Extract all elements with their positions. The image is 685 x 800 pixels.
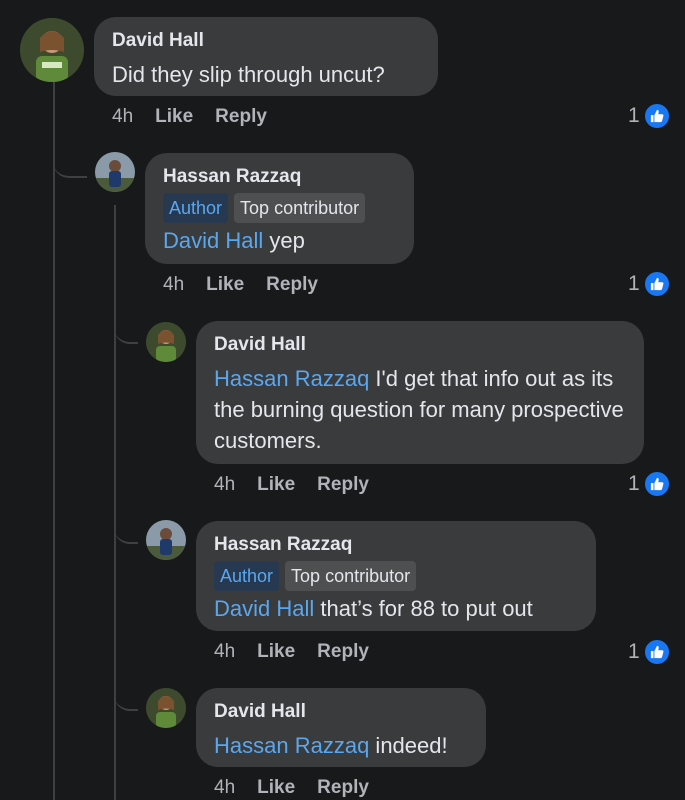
timestamp[interactable]: 4h	[214, 777, 235, 799]
badge-row: Author Top contributor	[163, 193, 396, 223]
thread-connector	[114, 518, 138, 544]
thumbs-up-icon	[642, 638, 671, 666]
comment-text: Hassan Razzaq indeed!	[214, 730, 468, 761]
mention-link[interactable]: Hassan Razzaq	[214, 733, 369, 758]
comment-author[interactable]: Hassan Razzaq	[214, 533, 578, 557]
like-button[interactable]: Like	[257, 777, 295, 799]
like-button[interactable]: Like	[257, 474, 295, 496]
thread-connector	[114, 685, 138, 711]
mention-link[interactable]: David Hall	[163, 228, 263, 253]
timestamp[interactable]: 4h	[163, 274, 184, 296]
avatar[interactable]	[20, 18, 84, 82]
author-badge: Author	[163, 193, 229, 223]
comment-bubble[interactable]: Hassan Razzaq Author Top contributor Dav…	[196, 521, 596, 631]
reaction-count[interactable]: 1	[628, 638, 671, 666]
reaction-number: 1	[628, 104, 640, 127]
reaction-number: 1	[628, 472, 640, 495]
comment-author[interactable]: David Hall	[214, 700, 468, 724]
thread-line-main	[53, 82, 55, 800]
like-button[interactable]: Like	[155, 106, 193, 128]
comment-author[interactable]: David Hall	[112, 29, 420, 53]
comment-actions: 4h Like Reply	[112, 106, 289, 128]
comment-body: indeed!	[369, 733, 448, 758]
timestamp[interactable]: 4h	[214, 474, 235, 496]
mention-link[interactable]: Hassan Razzaq	[214, 366, 369, 391]
comment-text: David Hall that’s for 88 to put out	[214, 593, 578, 624]
comment-bubble[interactable]: David Hall Hassan Razzaq I'd get that in…	[196, 321, 644, 464]
reaction-count[interactable]: 1	[628, 470, 671, 498]
thread-line-nested	[114, 205, 116, 800]
comment-actions: 4h Like Reply	[214, 777, 391, 799]
reply-button[interactable]: Reply	[317, 474, 369, 496]
timestamp[interactable]: 4h	[214, 641, 235, 663]
thumbs-up-icon	[642, 470, 671, 498]
comment-bubble[interactable]: David Hall Did they slip through uncut?	[94, 17, 438, 96]
thread-connector	[53, 150, 87, 178]
like-button[interactable]: Like	[206, 274, 244, 296]
comment-actions: 4h Like Reply	[214, 641, 391, 663]
comment-text: Hassan Razzaq I'd get that info out as i…	[214, 363, 626, 456]
like-button[interactable]: Like	[257, 641, 295, 663]
timestamp[interactable]: 4h	[112, 106, 133, 128]
comment-actions: 4h Like Reply	[214, 474, 391, 496]
comment-body: yep	[263, 228, 305, 253]
avatar[interactable]	[146, 322, 186, 362]
thumbs-up-icon	[642, 102, 671, 130]
reaction-count[interactable]: 1	[628, 102, 671, 130]
reaction-count[interactable]: 1	[628, 270, 671, 298]
reply-button[interactable]: Reply	[215, 106, 267, 128]
avatar[interactable]	[95, 152, 135, 192]
comment-text: David Hall yep	[163, 225, 396, 256]
comment-body: Did they slip through uncut?	[112, 62, 385, 87]
thread-connector	[114, 318, 138, 344]
comment-bubble[interactable]: David Hall Hassan Razzaq indeed!	[196, 688, 486, 767]
comment-body: that’s for 88 to put out	[314, 596, 533, 621]
mention-link[interactable]: David Hall	[214, 596, 314, 621]
comment-author[interactable]: Hassan Razzaq	[163, 165, 396, 189]
comment-author[interactable]: David Hall	[214, 333, 626, 357]
comment-text: Did they slip through uncut?	[112, 59, 420, 90]
top-contributor-badge: Top contributor	[285, 561, 417, 591]
reply-button[interactable]: Reply	[317, 777, 369, 799]
reaction-number: 1	[628, 640, 640, 663]
badge-row: Author Top contributor	[214, 561, 578, 591]
thumbs-up-icon	[642, 270, 671, 298]
reaction-number: 1	[628, 272, 640, 295]
reply-button[interactable]: Reply	[317, 641, 369, 663]
avatar[interactable]	[146, 520, 186, 560]
author-badge: Author	[214, 561, 280, 591]
reply-button[interactable]: Reply	[266, 274, 318, 296]
avatar[interactable]	[146, 688, 186, 728]
top-contributor-badge: Top contributor	[234, 193, 366, 223]
comment-actions: 4h Like Reply	[163, 274, 340, 296]
comment-bubble[interactable]: Hassan Razzaq Author Top contributor Dav…	[145, 153, 414, 264]
